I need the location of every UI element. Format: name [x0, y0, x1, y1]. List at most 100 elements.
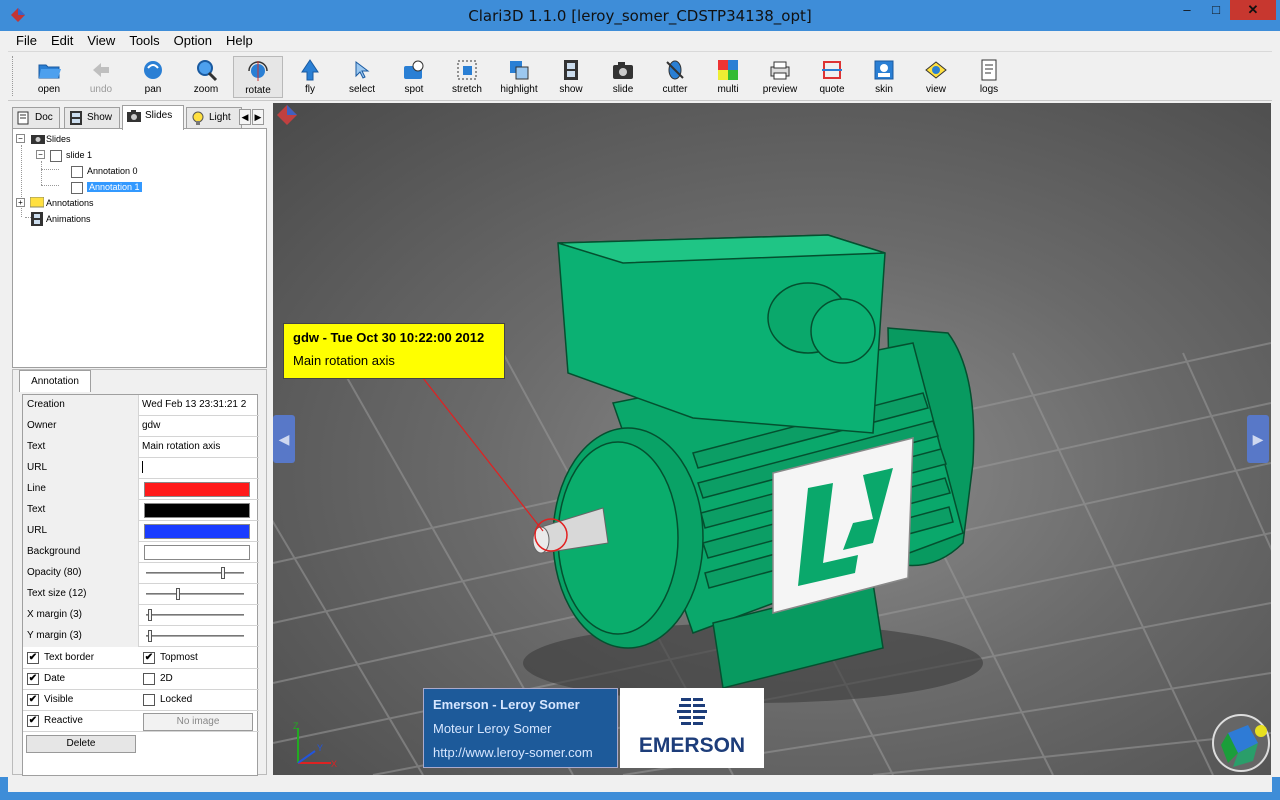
tab-show[interactable]: Show: [64, 107, 120, 129]
company-info-box: Emerson - Leroy Somer Moteur Leroy Somer…: [423, 688, 618, 768]
text-size-slider[interactable]: [146, 588, 244, 600]
toolbar-pan-button[interactable]: pan: [128, 56, 178, 98]
visible-checkbox[interactable]: ✔: [27, 694, 39, 706]
delete-button[interactable]: Delete: [26, 735, 136, 753]
prop-row-text-color: Text: [23, 500, 259, 521]
toolbar-rotate-button[interactable]: rotate: [233, 56, 283, 98]
collapse-icon[interactable]: −: [16, 134, 25, 143]
menu-view[interactable]: View: [79, 31, 121, 48]
toolbar-quote-button[interactable]: quote: [807, 56, 857, 98]
tree-node-slide-1[interactable]: − slide 1: [36, 147, 92, 163]
text-border-checkbox[interactable]: ✔: [27, 652, 39, 664]
tree-node-animations[interactable]: Animations: [31, 211, 91, 227]
prop-row-background-color: Background: [23, 542, 259, 563]
company-url[interactable]: http://www.leroy-somer.com: [433, 741, 608, 765]
toolbar-open-button[interactable]: open: [24, 56, 74, 98]
maximize-button[interactable]: □: [1202, 0, 1230, 20]
camera-slide-icon: [613, 62, 633, 79]
toolbar-select-button[interactable]: select: [337, 56, 387, 98]
tab-slides[interactable]: Slides: [122, 105, 184, 130]
pan-hand-icon: [144, 61, 162, 79]
3d-viewport[interactable]: Z Y X ◀ ▶ gdw - Tue Oct 30 10:22:00 2012…: [273, 103, 1271, 775]
toolbar-button-label: stretch: [451, 84, 482, 95]
tree-label-slides: Slides: [46, 134, 71, 144]
annotation-panel: Annotation Creation Wed Feb 13 23:31:21 …: [12, 369, 267, 776]
owner-field[interactable]: gdw: [140, 416, 259, 437]
toolbar-undo-button[interactable]: undo: [76, 56, 126, 98]
tree-label-annotation-1: Annotation 1: [87, 182, 142, 192]
tree-node-annotation-0[interactable]: Annotation 0: [71, 163, 138, 179]
toolbar-skin-button[interactable]: skin: [859, 56, 909, 98]
topmost-checkbox[interactable]: ✔: [143, 652, 155, 664]
menu-tools[interactable]: Tools: [121, 31, 165, 48]
toolbar-logs-button[interactable]: logs: [964, 56, 1014, 98]
menu-file[interactable]: File: [8, 31, 43, 48]
tab-scroll-left-button[interactable]: ◀: [239, 109, 251, 125]
annotation-leader-line: [422, 377, 544, 532]
no-image-button[interactable]: No image: [143, 713, 253, 731]
toolbar-fly-button[interactable]: fly: [285, 56, 335, 98]
motor-model[interactable]: [552, 234, 975, 689]
toolbar-button-label: open: [37, 84, 61, 95]
menu-help[interactable]: Help: [218, 31, 259, 48]
folder-open-icon: [38, 64, 61, 79]
menu-edit[interactable]: Edit: [43, 31, 79, 48]
scene-canvas[interactable]: Z Y X: [273, 103, 1271, 775]
y-margin-slider[interactable]: [146, 630, 244, 642]
prop-label: Text: [23, 437, 139, 458]
annotation-1-checkbox[interactable]: [71, 181, 83, 194]
collapse-icon[interactable]: −: [36, 150, 45, 159]
toolbar-show-button[interactable]: show: [546, 56, 596, 98]
text-size-slider-thumb[interactable]: [176, 588, 180, 600]
tree-node-annotation-1[interactable]: Annotation 1: [71, 179, 142, 195]
url-color-swatch[interactable]: [144, 524, 250, 539]
2d-checkbox[interactable]: [143, 673, 155, 685]
reactive-checkbox[interactable]: ✔: [27, 715, 39, 727]
url-field[interactable]: [140, 458, 259, 479]
toolbar-multi-button[interactable]: multi: [703, 56, 753, 98]
close-button[interactable]: ✕: [1230, 0, 1276, 20]
prop-label: Creation: [23, 395, 139, 416]
prop-row-opacity: Opacity (80): [23, 563, 259, 584]
toolbar-button-label: show: [559, 84, 583, 95]
toolbar-view-button[interactable]: view: [911, 56, 961, 98]
annotation-callout[interactable]: gdw - Tue Oct 30 10:22:00 2012 Main rota…: [283, 323, 505, 379]
toolbar-button-label: preview: [762, 84, 798, 95]
locked-checkbox[interactable]: [143, 694, 155, 706]
toolbar-stretch-button[interactable]: stretch: [442, 56, 492, 98]
tab-doc[interactable]: Doc: [12, 107, 60, 129]
y-margin-slider-thumb[interactable]: [148, 630, 152, 642]
slide-1-checkbox[interactable]: [50, 149, 62, 162]
toolbar-slide-button[interactable]: slide: [598, 56, 648, 98]
line-color-cell: [140, 479, 259, 500]
x-margin-slider-thumb[interactable]: [148, 609, 152, 621]
background-color-swatch[interactable]: [144, 545, 250, 560]
date-checkbox[interactable]: ✔: [27, 673, 39, 685]
toolbar-button-label: rotate: [245, 85, 271, 96]
menu-option[interactable]: Option: [166, 31, 218, 48]
previous-slide-button[interactable]: ◀: [273, 415, 295, 463]
tree-node-slides[interactable]: − Slides: [16, 131, 71, 147]
navigation-cube-icon[interactable]: [1212, 714, 1270, 772]
tab-scroll-right-button[interactable]: ▶: [252, 109, 264, 125]
minimize-button[interactable]: –: [1172, 0, 1202, 20]
expand-icon[interactable]: +: [16, 198, 25, 207]
toolbar-preview-button[interactable]: preview: [755, 56, 805, 98]
annotation-0-checkbox[interactable]: [71, 165, 83, 178]
toolbar-grip[interactable]: [12, 56, 16, 96]
text-color-swatch[interactable]: [144, 503, 250, 518]
toolbar-highlight-button[interactable]: highlight: [494, 56, 544, 98]
opacity-slider-thumb[interactable]: [221, 567, 225, 579]
toolbar-cutter-button[interactable]: cutter: [650, 56, 700, 98]
x-margin-slider[interactable]: [146, 609, 244, 621]
toolbar-spot-button[interactable]: spot: [389, 56, 439, 98]
highlight-icon: [510, 61, 529, 80]
toolbar-zoom-button[interactable]: zoom: [181, 56, 231, 98]
opacity-slider[interactable]: [146, 567, 244, 579]
tab-annotation[interactable]: Annotation: [19, 370, 91, 392]
tab-light[interactable]: Light: [186, 107, 242, 129]
next-slide-button[interactable]: ▶: [1247, 415, 1269, 463]
text-field[interactable]: Main rotation axis: [140, 437, 259, 458]
line-color-swatch[interactable]: [144, 482, 250, 497]
tree-node-annotations[interactable]: + Annotations: [16, 195, 94, 211]
